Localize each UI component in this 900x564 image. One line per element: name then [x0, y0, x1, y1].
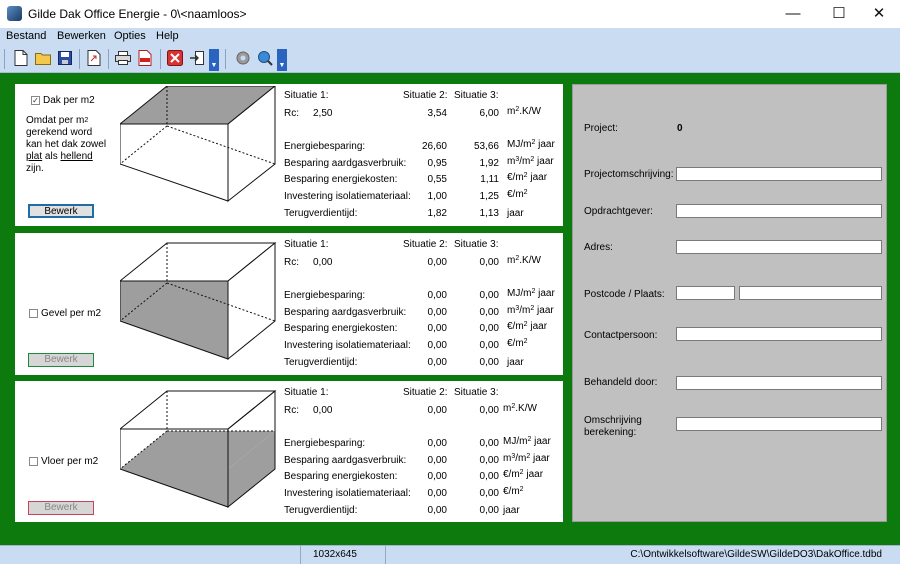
window-title: Gilde Dak Office Energie - 0\<naamloos>: [28, 7, 247, 21]
plat-link: plat: [26, 151, 43, 162]
projectomschrijving-field[interactable]: [676, 167, 882, 181]
floor-box-illustration: [120, 389, 277, 509]
exit-dropdown-icon[interactable]: ▼: [209, 49, 219, 71]
omschrijving-berekening-label: Omschrijving berekening:: [584, 415, 642, 438]
zoom-dropdown-icon[interactable]: ▼: [277, 49, 287, 71]
adres-field[interactable]: [676, 240, 882, 254]
delete-icon[interactable]: [166, 49, 184, 67]
vloer-checkbox[interactable]: [29, 457, 38, 466]
plaats-field[interactable]: [739, 286, 882, 300]
opdrachtgever-label: Opdrachtgever:: [584, 206, 653, 217]
export-icon[interactable]: [85, 49, 103, 67]
toolbar-separator: [160, 49, 161, 69]
behandeld-door-field[interactable]: [676, 376, 882, 390]
hellend-link: hellend: [60, 151, 93, 162]
title-bar: Gilde Dak Office Energie - 0\<naamloos> …: [0, 0, 900, 28]
behandeld-door-label: Behandeld door:: [584, 377, 658, 388]
gevel-checkbox[interactable]: [29, 309, 38, 318]
postcode-plaats-label: Postcode / Plaats:: [584, 289, 665, 300]
dak-rc-unit: m2.K/W: [507, 106, 541, 117]
toolbar-separator: [225, 49, 226, 69]
postcode-field[interactable]: [676, 286, 735, 300]
pdf-icon[interactable]: [136, 49, 154, 67]
save-icon[interactable]: [56, 49, 74, 67]
print-icon[interactable]: [114, 49, 132, 67]
toolbar: ▼ ▼: [0, 45, 900, 73]
zoom-icon[interactable]: [256, 49, 274, 67]
adres-label: Adres:: [584, 242, 613, 253]
project-details-panel: Project: 0 Projectomschrijving: Opdracht…: [572, 84, 887, 522]
dak-rc-s3: 6,00: [479, 108, 499, 119]
projectomschrijving-label: Projectomschrijving:: [584, 169, 674, 180]
menu-bar: Bestand Bewerken Opties Help: [0, 28, 900, 45]
dak-note: Omdat per m2 gerekend word kan het dak z…: [26, 115, 107, 174]
panel-vloer: Vloer per m2 Bewerk Situatie 1: Situatie…: [15, 381, 563, 522]
gevel-bewerk-button[interactable]: Bewerk: [28, 353, 94, 367]
gevel-rc-s1: 0,00: [313, 257, 333, 268]
vloer-bewerk-button[interactable]: Bewerk: [28, 501, 94, 515]
panel-dak: ✓ Dak per m2 Omdat per m2 gerekend word …: [15, 84, 563, 226]
panel-gevel: Gevel per m2 Bewerk Situatie 1: Situatie…: [15, 233, 563, 375]
vloer-checkbox-label: Vloer per m2: [41, 456, 99, 467]
omschrijving-berekening-field[interactable]: [676, 417, 882, 431]
open-folder-icon[interactable]: [34, 49, 52, 67]
toolbar-separator: [108, 49, 109, 69]
roof-box-illustration: [120, 86, 276, 203]
dak-rc-s2: 3,54: [427, 108, 447, 119]
vloer-rc-s1: 0,00: [313, 405, 333, 416]
menu-help[interactable]: Help: [156, 30, 179, 42]
menu-opties[interactable]: Opties: [114, 30, 146, 42]
status-resolution: 1032x645: [313, 549, 357, 560]
status-bar: 1032x645 C:\Ontwikkelsoftware\GildeSW\Gi…: [0, 545, 900, 564]
exit-icon[interactable]: [188, 49, 206, 67]
menu-bestand[interactable]: Bestand: [6, 30, 46, 42]
dak-checkbox[interactable]: ✓: [31, 96, 40, 105]
close-button[interactable]: ✕: [856, 0, 900, 28]
dak-rc-s1: 2,50: [313, 108, 333, 119]
settings-icon[interactable]: [234, 49, 252, 67]
wall-box-illustration: [120, 241, 277, 361]
project-number: 0: [677, 123, 683, 134]
menu-bewerken[interactable]: Bewerken: [57, 30, 106, 42]
new-document-icon[interactable]: [12, 49, 30, 67]
contactpersoon-field[interactable]: [676, 327, 882, 341]
minimize-button[interactable]: —: [770, 0, 816, 28]
project-label: Project:: [584, 123, 618, 134]
toolbar-grip: [4, 49, 5, 69]
toolbar-separator: [79, 49, 80, 69]
app-icon[interactable]: [7, 6, 22, 21]
gevel-checkbox-label: Gevel per m2: [41, 308, 102, 319]
status-file-path: C:\Ontwikkelsoftware\GildeSW\GildeDO3\Da…: [630, 549, 882, 560]
opdrachtgever-field[interactable]: [676, 204, 882, 218]
dak-checkbox-label: Dak per m2: [43, 95, 95, 106]
dak-bewerk-button[interactable]: Bewerk: [28, 204, 94, 218]
contactpersoon-label: Contactpersoon:: [584, 330, 658, 341]
